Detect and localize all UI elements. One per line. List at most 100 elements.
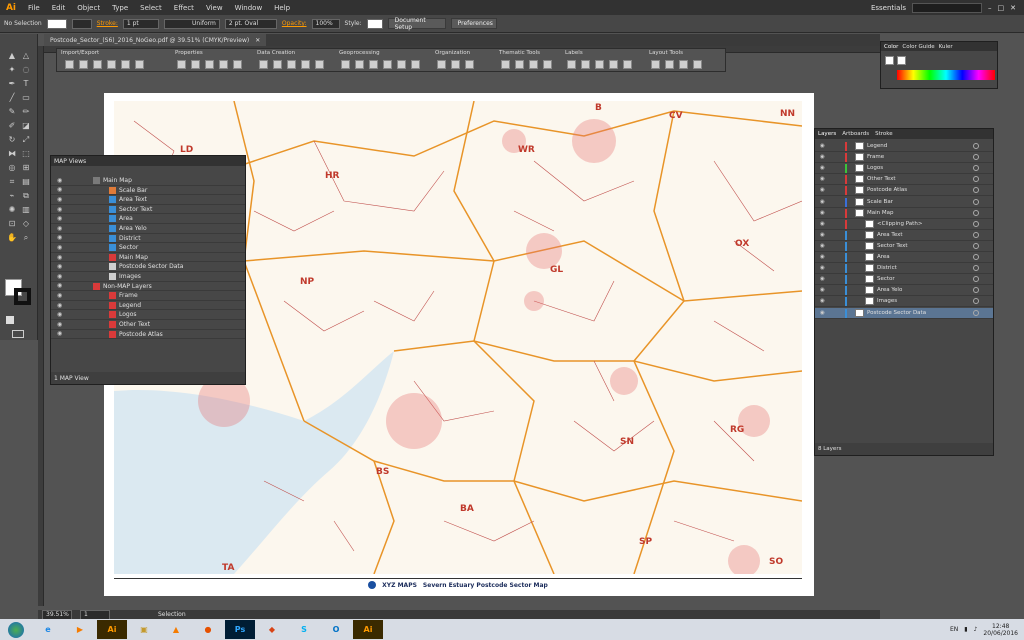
language-indicator[interactable]: EN [950,626,958,633]
layer-target-icon[interactable] [973,265,979,272]
taskbar-photoshop-icon[interactable]: Ps [225,620,255,639]
visibility-eye-icon[interactable]: ◉ [820,243,825,249]
line-tool-icon[interactable]: ╱ [6,92,18,104]
visibility-eye-icon[interactable]: ◉ [820,232,825,238]
visibility-eye-icon[interactable]: ◉ [57,186,62,193]
layer-row[interactable]: ◉ Area Yelo [815,285,993,297]
map-views-icon[interactable] [93,60,102,69]
layer-target-icon[interactable] [973,187,979,194]
select-arrow-icon[interactable] [693,60,702,69]
menu-select[interactable]: Select [134,4,168,12]
visibility-eye-icon[interactable]: ◉ [57,206,62,213]
map-view-row[interactable]: ◉ Scale Bar [51,186,245,196]
taskbar-outlook-icon[interactable]: O [321,620,351,639]
map-view-row[interactable]: ◉ Postcode Atlas [51,330,245,340]
visibility-eye-icon[interactable]: ◉ [820,298,825,304]
visibility-eye-icon[interactable]: ◉ [57,254,62,261]
map-view-row[interactable]: ◉ Other Text [51,320,245,330]
taskbar-media-player-icon[interactable]: ▶ [65,620,95,639]
simplify-icon[interactable] [369,60,378,69]
visibility-eye-icon[interactable]: ◉ [57,234,62,241]
layer-target-icon[interactable] [973,209,979,216]
label-tool-icon-3[interactable] [595,60,604,69]
dissolve-icon[interactable] [383,60,392,69]
map-view-row[interactable]: ◉ Legend [51,301,245,311]
taskbar-internet-explorer-icon[interactable]: e [33,620,63,639]
gradient-tool-icon[interactable]: ▤ [20,176,32,188]
visibility-eye-icon[interactable]: ◉ [57,330,62,337]
organization-icon-3[interactable] [465,60,474,69]
projection-icon[interactable] [135,60,144,69]
stroke-label[interactable]: Stroke: [97,20,118,27]
layer-row[interactable]: ◉ <Clipping Path> [815,219,993,230]
properties-icon-2[interactable] [191,60,200,69]
rectangle-tool-icon[interactable]: ▭ [20,92,32,104]
workspace-switcher[interactable]: Essentials [871,4,906,12]
properties-icon-4[interactable] [219,60,228,69]
blob-brush-icon[interactable]: ✐ [6,120,18,132]
clock[interactable]: 12:48 20/06/2016 [983,623,1018,637]
color-spectrum[interactable] [897,70,995,80]
layer-row[interactable]: ◉ Sector Text [815,241,993,252]
help-search-input[interactable] [912,2,982,13]
taskbar-illustrator-icon[interactable]: Ai [97,620,127,639]
taskbar-illustrator-icon-2[interactable]: Ai [353,620,383,639]
free-transform-icon[interactable]: ⬚ [20,148,32,160]
properties-icon-5[interactable] [233,60,242,69]
stroke-weight-field[interactable]: 1 pt [122,18,159,29]
map-view-row[interactable]: ◉ Area [51,214,245,224]
visibility-eye-icon[interactable]: ◉ [820,310,825,316]
visibility-eye-icon[interactable]: ◉ [57,263,62,270]
menu-edit[interactable]: Edit [46,4,72,12]
north-arrow-tool-icon[interactable] [665,60,674,69]
layer-target-icon[interactable] [973,254,979,260]
zoom-tool-icon[interactable]: ⌕ [20,232,32,244]
eyedropper-icon[interactable]: ⌁ [6,190,18,202]
layer-row[interactable]: ◉ Frame [815,152,993,164]
map-view-row[interactable]: ◉ Logos [51,310,245,320]
map-view-row[interactable]: ◉ Sector [51,243,245,253]
visibility-eye-icon[interactable]: ◉ [57,302,62,309]
map-view-row[interactable]: ◉ Postcode Sector Data [51,262,245,272]
blend-tool-icon[interactable]: ⧉ [20,190,32,202]
visibility-eye-icon[interactable]: ◉ [57,196,62,203]
visibility-eye-icon[interactable]: ◉ [820,254,825,260]
visibility-eye-icon[interactable]: ◉ [820,154,825,160]
layer-target-icon[interactable] [973,242,979,249]
visibility-eye-icon[interactable]: ◉ [57,273,62,280]
label-tool-icon-2[interactable] [581,60,590,69]
opacity-label[interactable]: Opacity: [282,20,307,27]
geoprocessing-icon-6[interactable] [411,60,420,69]
type-tool-icon[interactable]: T [20,78,32,90]
layer-target-icon[interactable] [973,276,979,283]
visibility-eye-icon[interactable]: ◉ [57,177,62,184]
direct-selection-tool-icon[interactable]: △ [20,50,32,62]
selection-tool-icon[interactable]: ▲ [6,50,18,62]
tab-layers[interactable]: Layers [818,131,836,137]
buffer-icon[interactable] [301,60,310,69]
preferences-button[interactable]: Preferences [450,18,497,29]
stroke-color-swatch[interactable] [14,288,31,305]
layer-target-icon[interactable] [973,198,979,205]
menu-view[interactable]: View [200,4,229,12]
map-view-row[interactable]: ◉ Area Text [51,195,245,205]
geoprocessing-icon-5[interactable] [397,60,406,69]
thematic-icon-1[interactable] [501,60,510,69]
layer-target-icon[interactable] [973,176,979,183]
visibility-eye-icon[interactable]: ◉ [820,210,825,216]
layer-row[interactable]: ◉ Logos [815,163,993,175]
menu-help[interactable]: Help [268,4,296,12]
color-fill-swatch[interactable] [885,56,894,65]
draw-mode-icon[interactable] [6,316,14,324]
start-button[interactable] [0,619,32,640]
layer-target-icon[interactable] [973,154,979,161]
paintbrush-icon[interactable]: ✎ [6,106,18,118]
visibility-eye-icon[interactable]: ◉ [820,276,825,282]
magic-wand-icon[interactable]: ✦ [6,64,18,76]
tab-kuler[interactable]: Kuler [939,44,953,50]
graph-tool-icon[interactable]: ▥ [20,204,32,216]
scale-bar-tool-icon[interactable] [651,60,660,69]
visibility-eye-icon[interactable]: ◉ [820,143,825,149]
screen-mode-icon[interactable] [12,330,24,338]
close-icon[interactable]: ✕ [1010,4,1016,12]
